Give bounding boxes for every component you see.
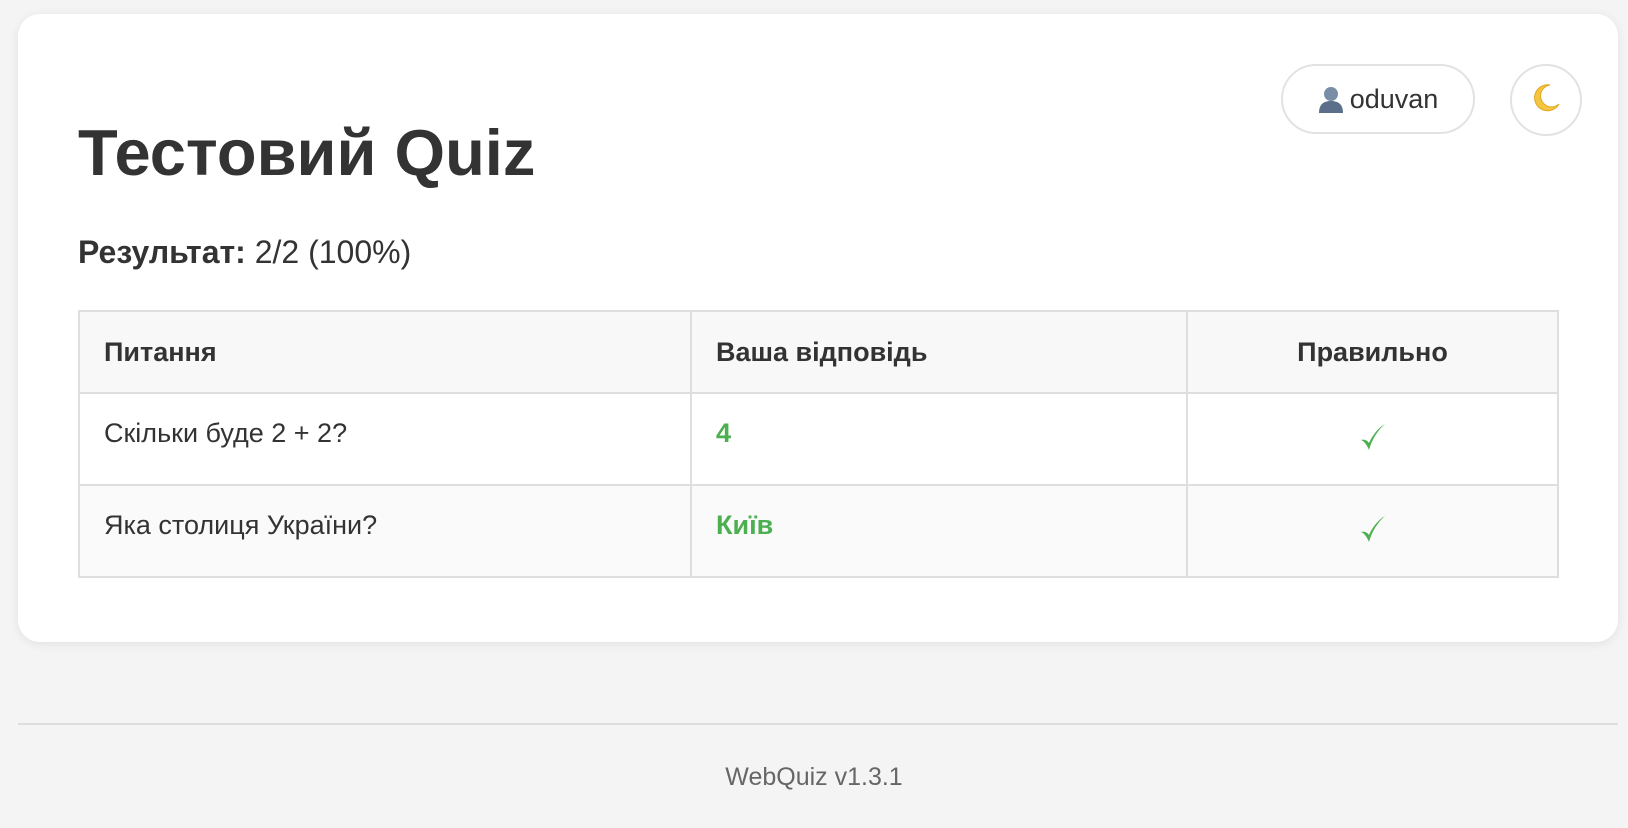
header-answer: Ваша відповідь xyxy=(690,310,1188,394)
result-label: Результат: xyxy=(78,234,246,270)
footer-version: WebQuiz v1.3.1 xyxy=(725,763,903,791)
footer-divider xyxy=(18,723,1618,725)
user-icon xyxy=(1318,85,1344,113)
results-table: Питання Ваша відповідь Правильно Скільки… xyxy=(78,310,1559,578)
answer-cell: 4 xyxy=(690,392,1188,486)
header-correct: Правильно xyxy=(1186,310,1559,394)
result-summary: Результат: 2/2 (100%) xyxy=(78,234,411,271)
username-label: oduvan xyxy=(1349,83,1439,114)
check-icon xyxy=(1359,422,1387,461)
correct-cell xyxy=(1186,392,1559,486)
user-button[interactable]: oduvan xyxy=(1281,64,1475,134)
result-value: 2/2 (100%) xyxy=(254,234,412,270)
check-icon xyxy=(1359,514,1387,553)
table-header-row: Питання Ваша відповідь Правильно xyxy=(78,310,1559,394)
correct-cell xyxy=(1186,484,1559,578)
table-row: Скільки буде 2 + 2? 4 xyxy=(78,392,1559,486)
header-question: Питання xyxy=(78,310,692,394)
theme-toggle-button[interactable] xyxy=(1510,64,1582,136)
question-cell: Яка столиця України? xyxy=(78,484,692,578)
quiz-card: oduvan Тестовий Quiz Результат: 2/2 (100… xyxy=(18,14,1618,642)
answer-cell: Київ xyxy=(690,484,1188,578)
page-title: Тестовий Quiz xyxy=(78,116,536,189)
question-cell: Скільки буде 2 + 2? xyxy=(78,392,692,486)
moon-icon xyxy=(1530,82,1562,119)
table-row: Яка столиця України? Київ xyxy=(78,484,1559,578)
